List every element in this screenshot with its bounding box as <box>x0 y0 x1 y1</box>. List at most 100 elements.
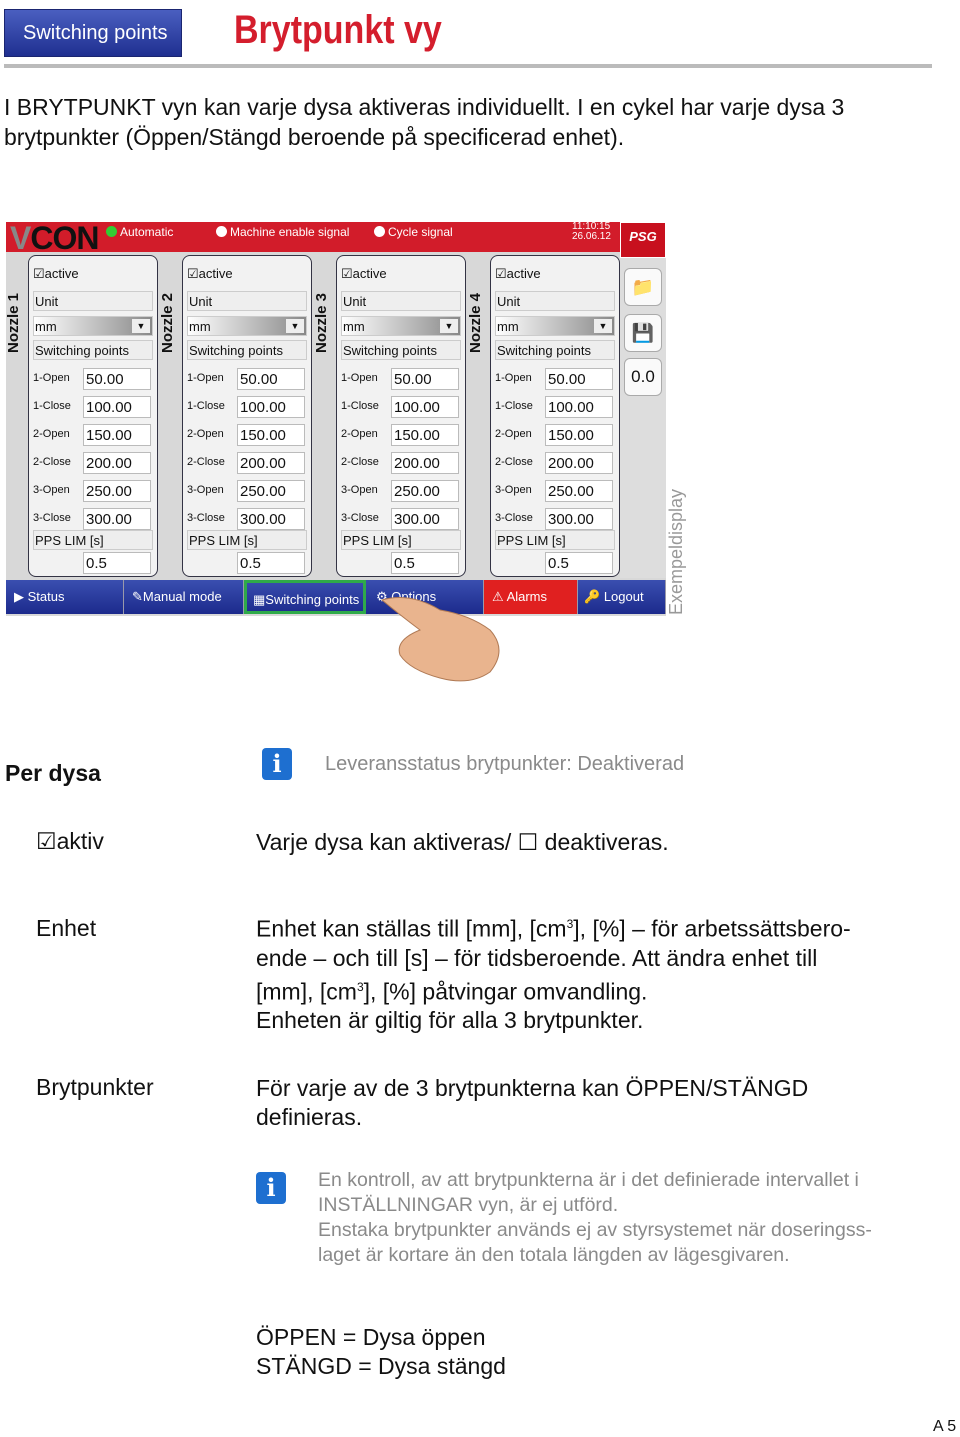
point-value-input[interactable]: 150.00 <box>545 424 613 446</box>
pps-lim-input[interactable]: 0.5 <box>391 552 459 574</box>
status-led-icon <box>106 226 117 237</box>
switching-points-label: Switching points <box>495 340 615 360</box>
save-button[interactable]: 💾 <box>624 314 662 352</box>
pps-lim-input[interactable]: 0.5 <box>237 552 305 574</box>
superscript: 3 <box>356 979 364 994</box>
delivery-status: Leveransstatus brytpunkter: Deaktiverad <box>325 753 685 775</box>
watermark: Exempeldisplay <box>666 488 686 615</box>
active-checkbox[interactable]: ☑active <box>341 266 387 282</box>
checkbox-checked-icon: ☑ <box>495 266 507 281</box>
checkbox-label: active <box>352 266 387 281</box>
label-text: aktiv <box>56 828 104 854</box>
point-value-input[interactable]: 100.00 <box>237 396 305 418</box>
text: ], [%] påtvingar omvandling. <box>363 978 648 1005</box>
section-badge: Switching points <box>4 9 182 57</box>
point-label: 1-Open <box>341 372 378 384</box>
point-label: 3-Close <box>187 512 225 524</box>
info-icon: i <box>256 1172 286 1204</box>
point-value-input[interactable]: 200.00 <box>545 452 613 474</box>
pps-lim-input[interactable]: 0.5 <box>83 552 151 574</box>
point-label: 1-Close <box>341 400 379 412</box>
text: deaktiveras. <box>544 829 669 855</box>
nav-logout[interactable]: 🔑 Logout <box>578 580 666 614</box>
text: [mm], [cm <box>256 978 357 1005</box>
switching-points-label: Switching points <box>187 340 307 360</box>
pps-lim-input[interactable]: 0.5 <box>545 552 613 574</box>
legend: ÖPPEN = Dysa öppen STÄNGD = Dysa stängd <box>256 1323 506 1381</box>
nav-label: Switching points <box>265 592 360 607</box>
signal-label: Automatic <box>120 225 174 239</box>
point-value-input[interactable]: 200.00 <box>391 452 459 474</box>
point-label: 2-Open <box>187 428 224 440</box>
point-value-input[interactable]: 50.00 <box>391 368 459 390</box>
point-value-input[interactable]: 50.00 <box>83 368 151 390</box>
dropdown-value: mm <box>497 319 519 334</box>
brytpunkter-label: Brytpunkter <box>36 1074 154 1100</box>
nav-label: Manual mode <box>142 589 222 604</box>
checkbox-checked-icon: ☑ <box>341 266 353 281</box>
dropdown-value: mm <box>189 319 211 334</box>
point-value-input[interactable]: 250.00 <box>83 480 151 502</box>
point-value-input[interactable]: 250.00 <box>391 480 459 502</box>
nozzle-label: Nozzle 3 <box>313 293 330 354</box>
point-value-input[interactable]: 200.00 <box>237 452 305 474</box>
switching-points-label: Switching points <box>341 340 461 360</box>
clock: 11:10:15 26.06.12 <box>572 222 611 242</box>
nozzle-panel: Nozzle 2 ☑active Unit mm ▼ Switching poin… <box>159 252 314 578</box>
point-value-input[interactable]: 200.00 <box>83 452 151 474</box>
nozzle-panel: Nozzle 4 ☑active Unit mm ▼ Switching poin… <box>467 252 622 578</box>
point-label: 2-Close <box>33 456 71 468</box>
unit-dropdown[interactable]: mm ▼ <box>187 316 307 336</box>
signal-automatic: Automatic <box>106 225 173 239</box>
point-label: 1-Open <box>495 372 532 384</box>
legend-line: ÖPPEN = Dysa öppen <box>256 1324 486 1350</box>
point-value-input[interactable]: 100.00 <box>545 396 613 418</box>
point-value-input[interactable]: 250.00 <box>237 480 305 502</box>
point-value-input[interactable]: 150.00 <box>391 424 459 446</box>
checkbox-label: active <box>198 266 233 281</box>
nozzle-settings: ☑active Unit mm ▼ Switching points 1-Open… <box>490 255 620 577</box>
point-value-input[interactable]: 50.00 <box>545 368 613 390</box>
chevron-down-icon: ▼ <box>440 319 458 333</box>
point-value-input[interactable]: 100.00 <box>391 396 459 418</box>
nav-manual-mode[interactable]: ✎Manual mode <box>124 580 244 614</box>
active-checkbox[interactable]: ☑active <box>33 266 79 282</box>
nav-status[interactable]: ▶ Status <box>6 580 124 614</box>
unit-label: Unit <box>33 291 153 311</box>
point-value-input[interactable]: 300.00 <box>237 508 305 530</box>
point-value-input[interactable]: 300.00 <box>391 508 459 530</box>
nozzle-settings: ☑active Unit mm ▼ Switching points 1-Open… <box>182 255 312 577</box>
point-label: 1-Close <box>187 400 225 412</box>
nav-switching-points[interactable]: ▦Switching points <box>244 580 366 614</box>
point-label: 2-Open <box>341 428 378 440</box>
signal-cycle: Cycle signal <box>374 225 453 239</box>
point-value-input[interactable]: 150.00 <box>83 424 151 446</box>
point-value-input[interactable]: 150.00 <box>237 424 305 446</box>
info-icon: i <box>262 748 292 780</box>
unit-label: Unit <box>495 291 615 311</box>
unit-dropdown[interactable]: mm ▼ <box>33 316 153 336</box>
active-checkbox[interactable]: ☑active <box>187 266 233 282</box>
point-label: 3-Open <box>495 484 532 496</box>
point-value-input[interactable]: 50.00 <box>237 368 305 390</box>
active-checkbox[interactable]: ☑active <box>495 266 541 282</box>
point-value-input[interactable]: 300.00 <box>83 508 151 530</box>
note: En kontroll, av att brytpunkterna är i d… <box>318 1168 872 1268</box>
unit-dropdown[interactable]: mm ▼ <box>495 316 615 336</box>
point-label: 1-Close <box>495 400 533 412</box>
point-value-input[interactable]: 250.00 <box>545 480 613 502</box>
point-value-input[interactable]: 300.00 <box>545 508 613 530</box>
point-label: 1-Open <box>187 372 224 384</box>
aktiv-label: ☑aktiv <box>36 828 104 855</box>
switching-points-label: Switching points <box>33 340 153 360</box>
unit-dropdown[interactable]: mm ▼ <box>341 316 461 336</box>
folder-button[interactable]: 📁 <box>624 268 662 306</box>
point-label: 3-Open <box>187 484 224 496</box>
unit-label: Unit <box>341 291 461 311</box>
point-label: 3-Close <box>341 512 379 524</box>
point-value-input[interactable]: 100.00 <box>83 396 151 418</box>
nozzle-label: Nozzle 4 <box>467 293 484 354</box>
pps-lim-label: PPS LIM [s] <box>341 530 461 550</box>
date: 26.06.12 <box>572 231 611 242</box>
enhet-label: Enhet <box>36 915 97 941</box>
